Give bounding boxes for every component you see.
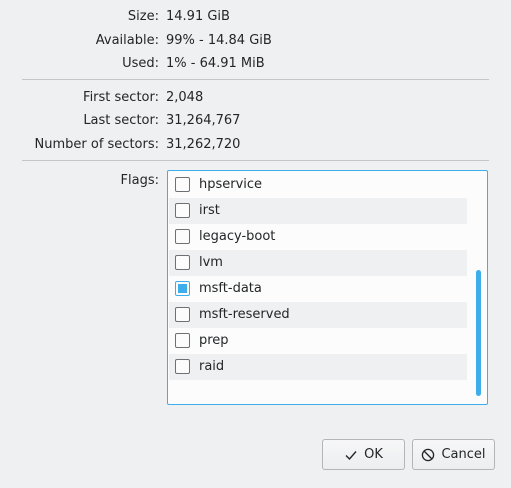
checkbox-icon[interactable]: [175, 307, 190, 322]
flag-label: irst: [199, 203, 220, 218]
flag-item-hpservice[interactable]: hpservice: [169, 172, 467, 198]
cancel-button[interactable]: Cancel: [412, 439, 495, 470]
number-of-sectors-value: 31,262,720: [166, 137, 241, 152]
checkbox-icon[interactable]: [175, 359, 190, 374]
available-label: Available:: [95, 33, 159, 48]
checkbox-icon[interactable]: [175, 203, 190, 218]
checkbox-icon[interactable]: [175, 229, 190, 244]
cancel-label: Cancel: [441, 447, 486, 462]
number-of-sectors-row: Number of sectors: 31,262,720: [0, 135, 511, 155]
flag-item-irst[interactable]: irst: [169, 198, 467, 224]
size-value: 14.91 GiB: [166, 9, 230, 24]
size-row: Size: 14.91 GiB: [0, 7, 511, 27]
flag-label: legacy-boot: [199, 229, 276, 244]
checkmark-icon: [345, 450, 357, 460]
flag-item-legacy-boot[interactable]: legacy-boot: [169, 224, 467, 250]
last-sector-label: Last sector:: [83, 113, 159, 128]
flag-label: msft-data: [199, 281, 262, 296]
last-sector-value: 31,264,767: [166, 113, 241, 128]
flags-list[interactable]: hpservice irst legacy-boot lvm msft-data…: [167, 170, 488, 405]
separator: [22, 79, 489, 80]
checkbox-icon[interactable]: [175, 255, 190, 270]
last-sector-row: Last sector: 31,264,767: [0, 111, 511, 131]
checkbox-icon[interactable]: [175, 177, 190, 192]
checkbox-icon[interactable]: [175, 333, 190, 348]
used-label: Used:: [122, 56, 159, 71]
flags-label: Flags:: [120, 173, 159, 188]
ok-button[interactable]: OK: [322, 439, 405, 470]
flag-item-msft-reserved[interactable]: msft-reserved: [169, 302, 467, 328]
number-of-sectors-label: Number of sectors:: [34, 137, 159, 152]
separator: [22, 160, 489, 161]
first-sector-value: 2,048: [166, 90, 204, 105]
flag-label: msft-reserved: [199, 307, 290, 322]
flag-item-prep[interactable]: prep: [169, 328, 467, 354]
first-sector-row: First sector: 2,048: [0, 88, 511, 108]
flag-label: raid: [199, 359, 225, 374]
used-value: 1% - 64.91 MiB: [166, 56, 265, 71]
ok-label: OK: [364, 447, 383, 462]
flags-scrollbar[interactable]: [472, 171, 486, 404]
available-row: Available: 99% - 14.84 GiB: [0, 31, 511, 51]
size-label: Size:: [127, 9, 159, 24]
flag-item-raid[interactable]: raid: [169, 354, 467, 380]
available-value: 99% - 14.84 GiB: [166, 33, 272, 48]
flag-item-lvm[interactable]: lvm: [169, 250, 467, 276]
flag-item-msft-data[interactable]: msft-data: [169, 276, 467, 302]
flag-label: hpservice: [199, 177, 263, 192]
first-sector-label: First sector:: [83, 90, 159, 105]
checkbox-checked-icon[interactable]: [175, 281, 190, 296]
flag-label: prep: [199, 333, 229, 348]
scrollbar-thumb[interactable]: [476, 270, 481, 396]
cancel-icon: [422, 448, 435, 461]
used-row: Used: 1% - 64.91 MiB: [0, 54, 511, 74]
flag-label: lvm: [199, 255, 223, 270]
